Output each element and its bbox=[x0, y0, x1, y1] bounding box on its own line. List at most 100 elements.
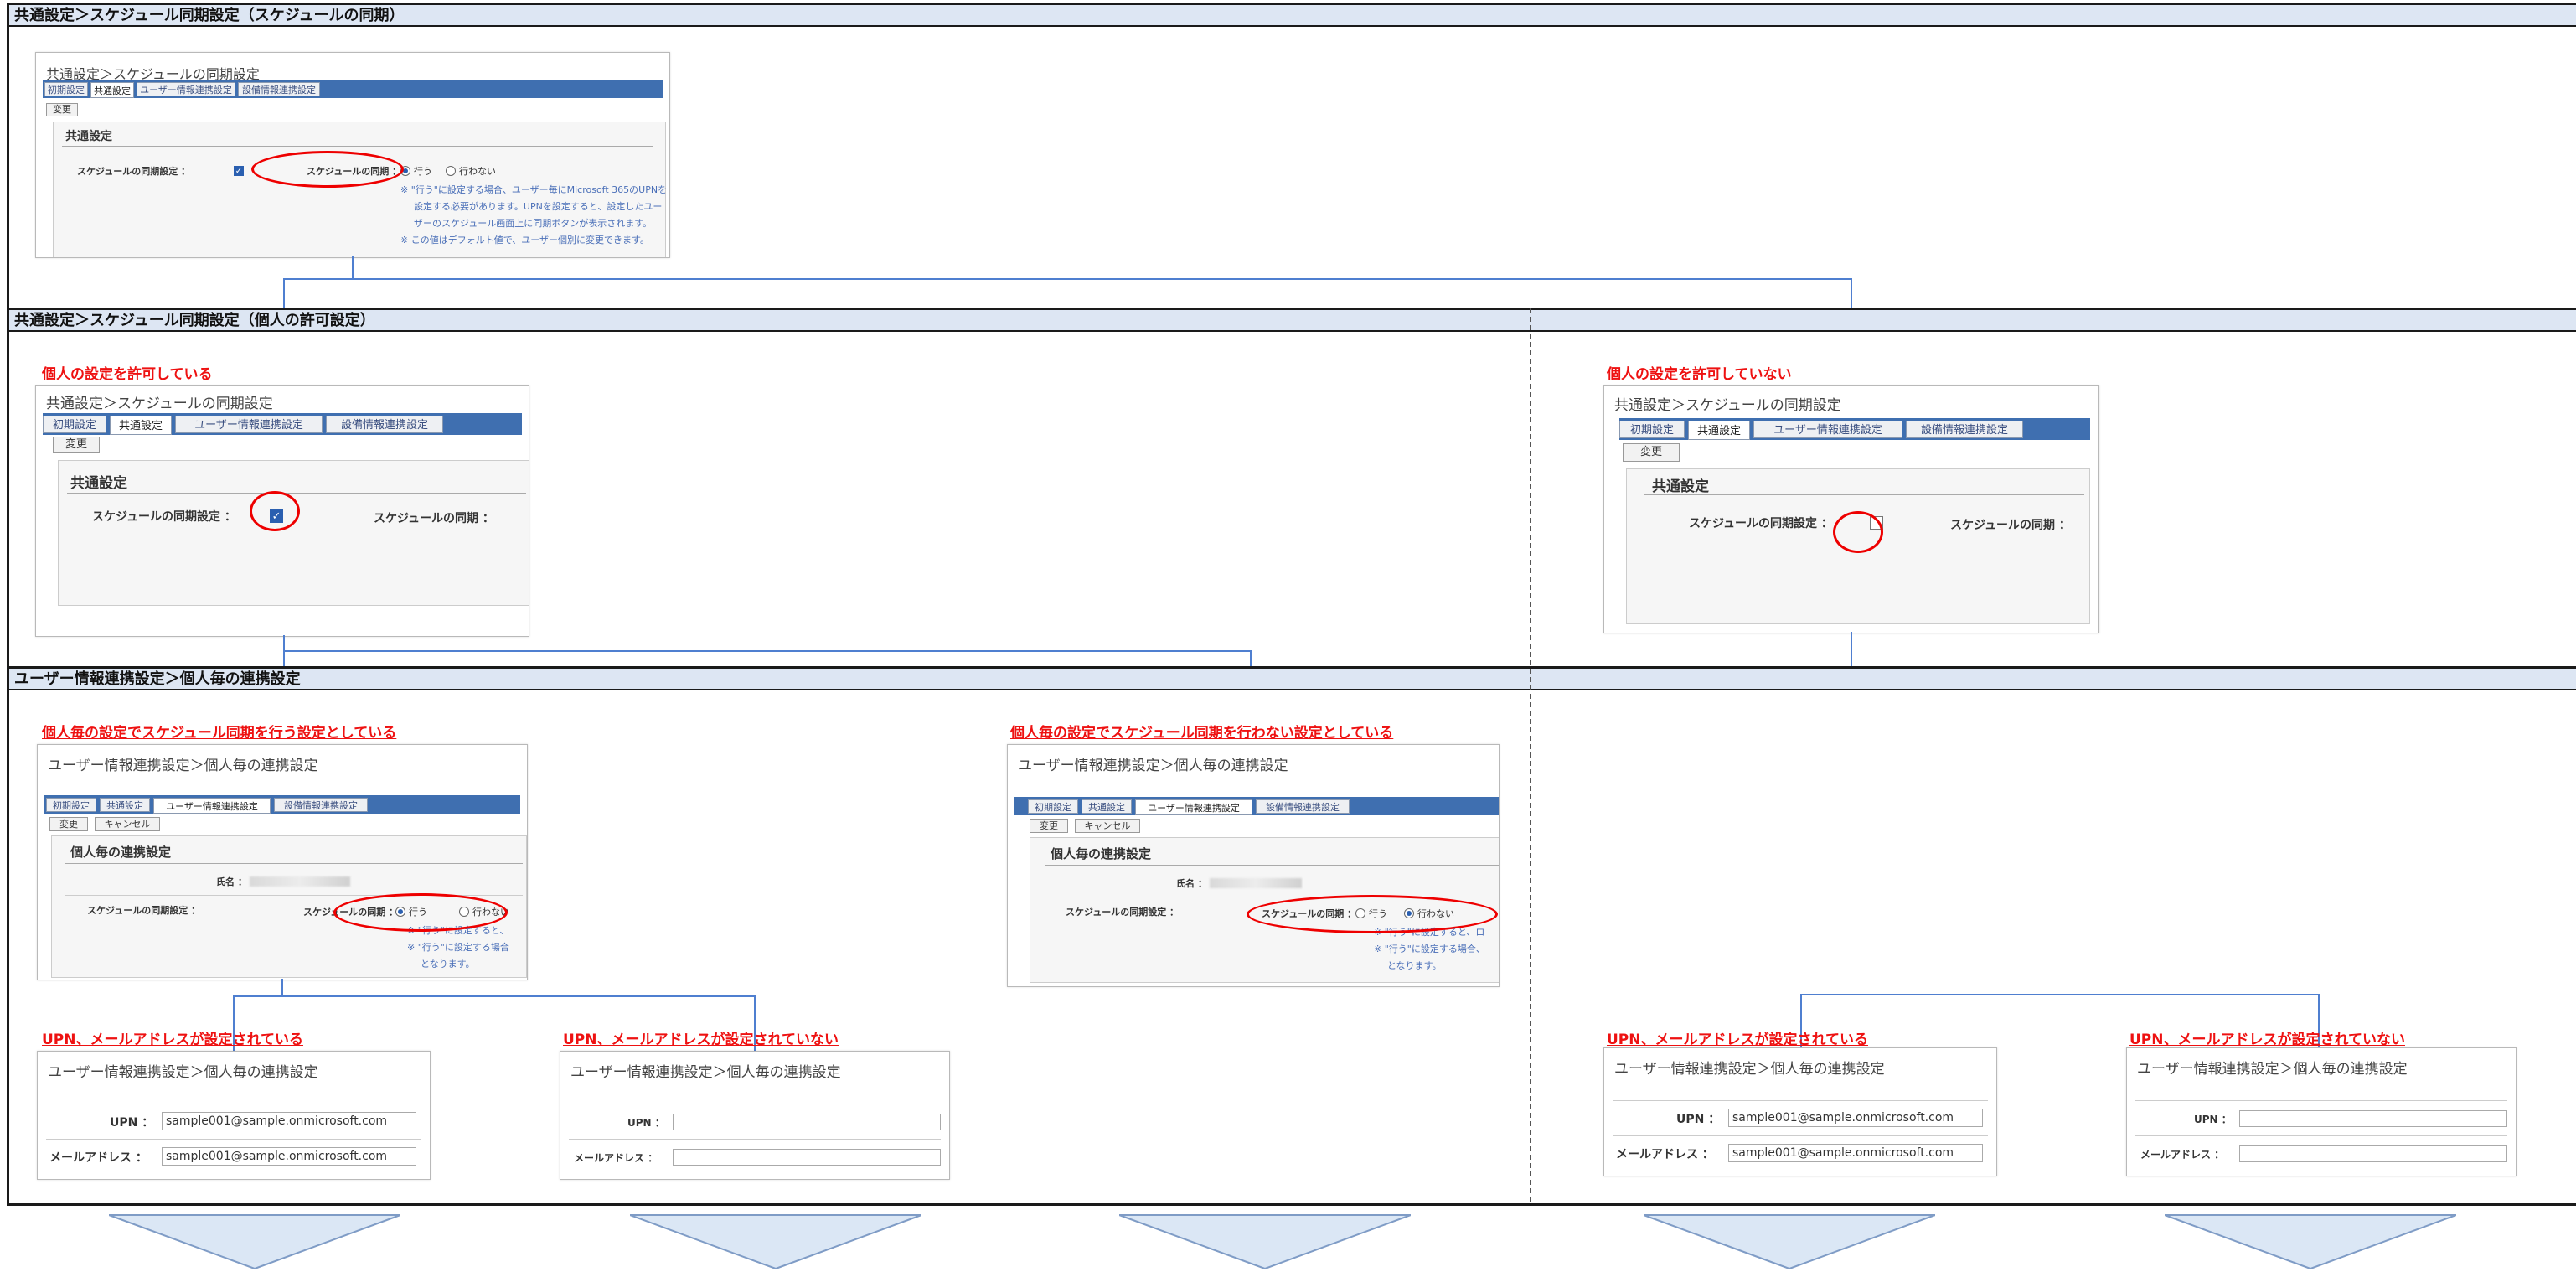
upn-label: UPN ： bbox=[1676, 1113, 1721, 1126]
down-arrow-icon bbox=[630, 1214, 921, 1270]
title-upn-unset: UPN、メールアドレスが設定されていない bbox=[2129, 1032, 2405, 1048]
title-sync-dont: 個人毎の設定でスケジュール同期を行わない設定としている bbox=[1010, 725, 1394, 742]
mail-label: メールアドレス ： bbox=[49, 1151, 147, 1165]
cancel-button[interactable]: キャンセル bbox=[1075, 819, 1140, 833]
upn-field[interactable]: sample001@sample.onmicrosoft.com bbox=[162, 1112, 416, 1130]
note-line-3: となります。 bbox=[1387, 960, 1442, 971]
divider bbox=[569, 1139, 941, 1140]
radio-do-label: 行う bbox=[414, 166, 432, 177]
tab-facility-link[interactable]: 設備情報連携設定 bbox=[238, 82, 320, 96]
divider bbox=[46, 1139, 421, 1140]
highlight-ring bbox=[1247, 895, 1498, 933]
tab-facility-link[interactable]: 設備情報連携設定 bbox=[274, 798, 368, 812]
settings-fieldset: 共通設定 スケジュールの同期設定 ： ✓ スケジュールの同期 ： bbox=[58, 460, 529, 606]
sync-label: スケジュールの同期 ： bbox=[374, 512, 494, 525]
tab-bar: 初期設定 共通設定 ユーザー情報連携設定 設備情報連携設定 bbox=[1014, 797, 1499, 815]
connector bbox=[283, 278, 1852, 280]
tab-initial[interactable]: 初期設定 bbox=[1028, 799, 1078, 814]
tab-initial[interactable]: 初期設定 bbox=[1619, 421, 1685, 438]
tab-initial[interactable]: 初期設定 bbox=[44, 82, 88, 96]
mail-field[interactable] bbox=[2239, 1145, 2507, 1162]
tab-bar: 初期設定 共通設定 ユーザー情報連携設定 設備情報連携設定 bbox=[43, 80, 663, 98]
highlight-ring bbox=[250, 491, 300, 531]
change-button[interactable]: 変更 bbox=[53, 437, 100, 453]
divider bbox=[2135, 1135, 2507, 1136]
divider bbox=[62, 146, 653, 147]
upn-field[interactable] bbox=[673, 1114, 941, 1130]
tab-common[interactable]: 共通設定 bbox=[1082, 799, 1132, 814]
note-line-3: ザーのスケジュール画面上に同期ボタンが表示されます。 bbox=[414, 218, 653, 229]
tab-user-link[interactable]: ユーザー情報連携設定 bbox=[175, 416, 323, 433]
connector bbox=[1800, 994, 2320, 995]
divider bbox=[1613, 1100, 1988, 1101]
personal-sync-dont-panel: ユーザー情報連携設定＞個人毎の連携設定 初期設定 共通設定 ユーザー情報連携設定… bbox=[1007, 744, 1500, 987]
tab-user-link[interactable]: ユーザー情報連携設定 bbox=[137, 82, 235, 96]
divider bbox=[1644, 494, 2084, 495]
mail-label: メールアドレス ： bbox=[2140, 1149, 2225, 1161]
change-button[interactable]: 変更 bbox=[1623, 443, 1680, 462]
name-label: 氏名 ： bbox=[216, 876, 247, 887]
divider bbox=[2135, 1100, 2507, 1101]
down-arrow-icon bbox=[2165, 1214, 2456, 1270]
fieldset-legend: 共通設定 bbox=[1652, 478, 1709, 495]
mail-field[interactable]: sample001@sample.onmicrosoft.com bbox=[1728, 1144, 1983, 1162]
cancel-button[interactable]: キャンセル bbox=[95, 817, 160, 831]
mail-label: メールアドレス ： bbox=[1616, 1148, 1714, 1161]
divider-dashed bbox=[1530, 308, 1531, 1202]
section-header: 共通設定＞スケジュール同期設定（個人の許可設定） bbox=[9, 310, 2576, 332]
panel-title: ユーザー情報連携設定＞個人毎の連携設定 bbox=[48, 758, 318, 774]
upn-label: UPN ： bbox=[2194, 1114, 2232, 1125]
tab-facility-link[interactable]: 設備情報連携設定 bbox=[1256, 799, 1350, 814]
upn-set-panel: ユーザー情報連携設定＞個人毎の連携設定 UPN ： sample001@samp… bbox=[1603, 1047, 1997, 1176]
name-value-blurred bbox=[250, 876, 350, 887]
sync-setting-label: スケジュールの同期設定 ： bbox=[1066, 907, 1180, 918]
tab-user-link[interactable]: ユーザー情報連携設定 bbox=[1135, 799, 1252, 815]
tab-common[interactable]: 共通設定 bbox=[100, 798, 150, 812]
name-value-blurred bbox=[1210, 878, 1302, 888]
down-arrow-icon bbox=[1644, 1214, 1935, 1270]
tab-facility-link[interactable]: 設備情報連携設定 bbox=[326, 416, 443, 433]
sync-setting-label: スケジュールの同期設定 ： bbox=[87, 905, 201, 916]
radio-dont-label: 行わない bbox=[459, 166, 496, 177]
panel-title: ユーザー情報連携設定＞個人毎の連携設定 bbox=[48, 1064, 318, 1081]
tab-common[interactable]: 共通設定 bbox=[110, 416, 172, 435]
sync-setting-checkbox[interactable]: ✓ bbox=[234, 166, 244, 176]
upn-field[interactable] bbox=[2239, 1110, 2507, 1127]
change-button[interactable]: 変更 bbox=[1030, 819, 1068, 833]
sync-label: スケジュールの同期 ： bbox=[1950, 519, 2071, 532]
fieldset-legend: 個人毎の連携設定 bbox=[1051, 846, 1152, 861]
fieldset-legend: 個人毎の連携設定 bbox=[70, 845, 172, 860]
tab-bar: 初期設定 共通設定 ユーザー情報連携設定 設備情報連携設定 bbox=[44, 795, 520, 814]
tab-bar: 初期設定 共通設定 ユーザー情報連携設定 設備情報連携設定 bbox=[43, 413, 522, 435]
note-line-2: ※ "行う"に設定する場合、 bbox=[1374, 944, 1485, 954]
change-button[interactable]: 変更 bbox=[49, 817, 88, 831]
sync-setting-label: スケジュールの同期設定 ： bbox=[77, 166, 191, 177]
tab-common[interactable]: 共通設定 bbox=[1688, 421, 1750, 440]
tab-bar: 初期設定 共通設定 ユーザー情報連携設定 設備情報連携設定 bbox=[1619, 418, 2090, 440]
divider bbox=[65, 863, 523, 864]
personal-sync-do-panel: ユーザー情報連携設定＞個人毎の連携設定 初期設定 共通設定 ユーザー情報連携設定… bbox=[37, 744, 528, 980]
permission-denied-panel: 共通設定＞スケジュールの同期設定 初期設定 共通設定 ユーザー情報連携設定 設備… bbox=[1603, 385, 2099, 633]
mail-field[interactable] bbox=[673, 1149, 941, 1166]
mail-field[interactable]: sample001@sample.onmicrosoft.com bbox=[162, 1147, 416, 1166]
tab-initial[interactable]: 初期設定 bbox=[46, 798, 96, 812]
upn-field[interactable]: sample001@sample.onmicrosoft.com bbox=[1728, 1109, 1983, 1127]
panel-title: ユーザー情報連携設定＞個人毎の連携設定 bbox=[1018, 758, 1288, 774]
tab-facility-link[interactable]: 設備情報連携設定 bbox=[1906, 421, 2023, 438]
title-upn-unset: UPN、メールアドレスが設定されていない bbox=[563, 1032, 839, 1048]
tab-common[interactable]: 共通設定 bbox=[90, 82, 134, 98]
upn-label: UPN ： bbox=[110, 1116, 154, 1130]
tab-initial[interactable]: 初期設定 bbox=[43, 416, 106, 433]
fieldset-legend: 共通設定 bbox=[65, 130, 112, 143]
note-line-2: ※ "行う"に設定する場合 bbox=[407, 942, 509, 953]
tab-user-link[interactable]: ユーザー情報連携設定 bbox=[153, 798, 271, 814]
connector bbox=[283, 650, 1252, 652]
change-button[interactable]: 変更 bbox=[46, 103, 78, 116]
radio-dont[interactable] bbox=[446, 166, 456, 176]
panel-title: ユーザー情報連携設定＞個人毎の連携設定 bbox=[2137, 1061, 2408, 1078]
divider bbox=[1045, 865, 1499, 866]
title-allowed: 個人の設定を許可している bbox=[42, 366, 213, 383]
section-header: ユーザー情報連携設定＞個人毎の連携設定 bbox=[9, 669, 2576, 690]
panel-title: ユーザー情報連携設定＞個人毎の連携設定 bbox=[570, 1064, 841, 1081]
tab-user-link[interactable]: ユーザー情報連携設定 bbox=[1753, 421, 1902, 438]
